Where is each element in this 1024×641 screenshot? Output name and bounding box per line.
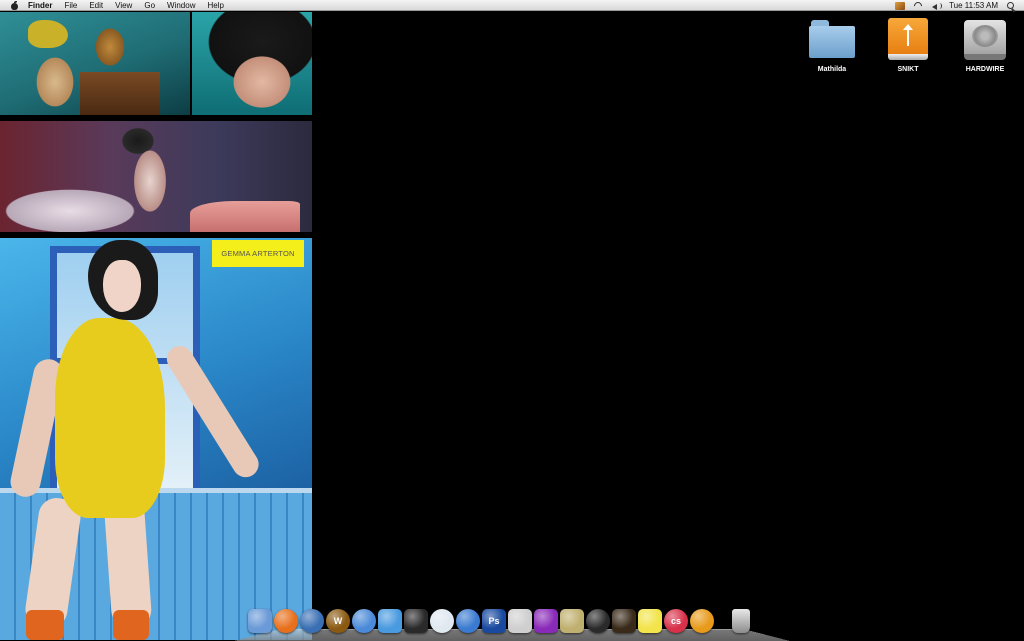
menu-go[interactable]: Go — [144, 0, 155, 11]
apple-menu-icon[interactable] — [10, 0, 20, 10]
input-menu-icon[interactable] — [895, 1, 906, 10]
word-processor-icon[interactable] — [378, 609, 402, 633]
adium-duck-icon[interactable] — [404, 609, 428, 633]
volume-icon[interactable] — [931, 2, 943, 10]
wallpaper-detail — [190, 201, 300, 232]
menu-finder[interactable]: Finder — [28, 0, 52, 11]
wallpaper-detail — [80, 72, 160, 115]
menu-bar: Finder File Edit View Go Window Help Tue… — [0, 0, 1024, 11]
menu-help[interactable]: Help — [207, 0, 223, 11]
desktop-icon-label: HARDWIRE — [965, 66, 1005, 73]
menu-window[interactable]: Window — [167, 0, 195, 11]
desktop-icon-hardwire[interactable]: HARDWIRE — [955, 18, 1015, 73]
menu-view[interactable]: View — [115, 0, 132, 11]
desktop-icon-label: Mathilda — [817, 66, 847, 73]
wifi-icon[interactable] — [913, 2, 923, 10]
wallpaper-photo-top-left — [0, 12, 190, 115]
mail-icon[interactable] — [300, 609, 324, 633]
cocktail-icon[interactable] — [612, 609, 636, 633]
growl-icon[interactable] — [690, 609, 714, 633]
wallpaper-detail — [28, 20, 68, 48]
desktop-icon-label: SNIKT — [897, 66, 919, 73]
wallpaper-detail — [113, 610, 149, 640]
finder-icon[interactable] — [248, 609, 272, 633]
wallpaper-detail — [55, 318, 165, 518]
trash-icon[interactable] — [732, 609, 750, 633]
wallpaper-photo-main: GEMMA ARTERTON — [0, 238, 312, 640]
menu-clock[interactable]: Tue 11:53 AM — [949, 1, 998, 10]
skype-icon[interactable] — [430, 609, 454, 633]
spotlight-icon[interactable] — [1006, 1, 1016, 10]
lastfm-icon[interactable]: cs — [664, 609, 688, 633]
menu-file[interactable]: File — [64, 0, 77, 11]
wallpaper-photo-top-right — [192, 12, 312, 115]
photoshop-icon[interactable]: Ps — [482, 609, 506, 633]
dock-item-mark: W — [333, 616, 343, 626]
usb-drive-icon — [883, 18, 933, 62]
dock-item-mark: Ps — [488, 616, 500, 626]
dock: W Ps cs — [248, 603, 778, 633]
stickies-icon[interactable] — [638, 609, 662, 633]
desktop-icon-snikt[interactable]: SNIKT — [878, 18, 938, 73]
menu-extras: Tue 11:53 AM — [895, 0, 1016, 11]
itunes-icon[interactable] — [352, 609, 376, 633]
desktop-icon-mathilda[interactable]: Mathilda — [802, 18, 862, 73]
wallpaper-detail — [103, 260, 141, 312]
world-of-warcraft-icon[interactable]: W — [326, 609, 350, 633]
desktop-wallpaper: GEMMA ARTERTON — [0, 12, 312, 640]
hard-drive-icon — [960, 18, 1010, 62]
burn-icon[interactable] — [586, 609, 610, 633]
menu-edit[interactable]: Edit — [89, 0, 103, 11]
wallpaper-detail — [26, 610, 64, 640]
firefox-icon[interactable] — [274, 609, 298, 633]
transmit-truck-icon[interactable] — [560, 609, 584, 633]
folder-icon — [807, 18, 857, 62]
safari-icon[interactable] — [456, 609, 480, 633]
dock-item-mark: cs — [670, 616, 681, 626]
wallpaper-photo-middle — [0, 121, 312, 232]
purple-app-icon[interactable] — [534, 609, 558, 633]
system-preferences-icon[interactable] — [508, 609, 532, 633]
wallpaper-caption: GEMMA ARTERTON — [212, 240, 304, 267]
